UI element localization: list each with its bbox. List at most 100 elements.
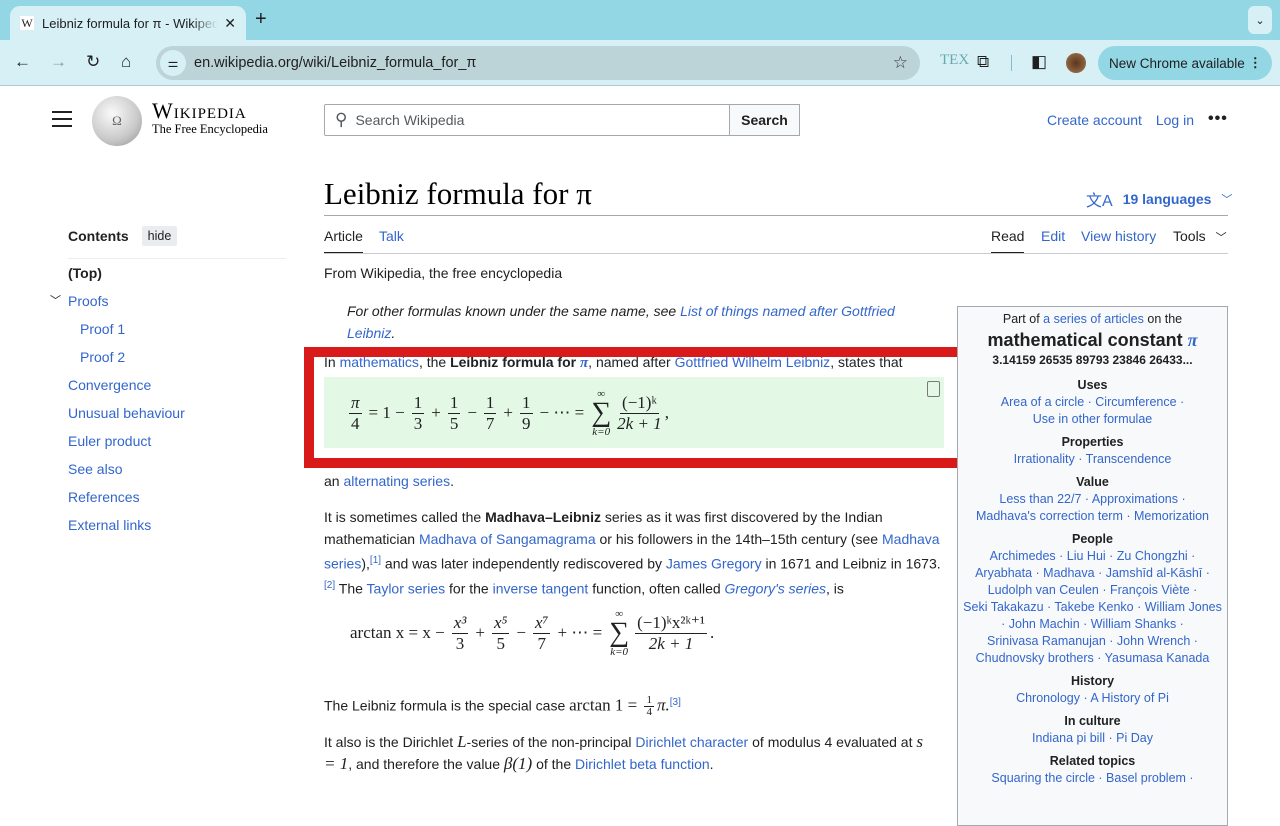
- citation-2[interactable]: [2]: [324, 580, 335, 591]
- chevron-down-icon: ﹀: [1221, 194, 1233, 206]
- infobox-link-line[interactable]: Aryabhata · Madhava · Jamshīd al-Kāshī ·: [958, 565, 1227, 582]
- infobox-link-line[interactable]: Chronology · A History of Pi: [958, 690, 1227, 707]
- tex-extension-icon[interactable]: TEX: [940, 52, 969, 69]
- madhava-paragraph: It is sometimes called the Madhava–Leibn…: [324, 509, 941, 597]
- leibniz-formula: π4 = 1 − 13 + 15 − 17 + 19 − ⋯ = ∞ ∑ k=0 (…: [349, 388, 669, 438]
- tab-read[interactable]: Read: [991, 228, 1025, 254]
- close-tab-icon[interactable]: ✕: [224, 15, 236, 32]
- profile-avatar[interactable]: [1066, 53, 1086, 73]
- infobox-title: mathematical constant π: [987, 330, 1198, 350]
- search-button[interactable]: Search: [729, 104, 800, 136]
- table-of-contents: Contents hide: [68, 226, 286, 259]
- wikipedia-wordmark[interactable]: Wikipedia The Free Encyclopedia: [152, 98, 268, 137]
- new-tab-button[interactable]: +: [255, 8, 267, 31]
- main-menu-icon[interactable]: [52, 111, 72, 132]
- tab-edit[interactable]: Edit: [1041, 228, 1065, 254]
- title-divider: [324, 215, 1228, 216]
- user-links: Create account Log in: [1037, 112, 1194, 128]
- link-mathematics[interactable]: mathematics: [340, 354, 419, 370]
- infobox-section-heading: Value: [1076, 475, 1109, 489]
- toc-item-proof-2[interactable]: Proof 2: [80, 349, 125, 365]
- toolbar-divider: [1011, 55, 1012, 71]
- side-panel-icon[interactable]: ◧: [1031, 52, 1047, 72]
- tab-view-history[interactable]: View history: [1081, 228, 1156, 254]
- bookmark-star-icon[interactable]: ☆: [893, 53, 908, 73]
- link-james-gregory[interactable]: James Gregory: [666, 556, 762, 572]
- chrome-menu-icon[interactable]: ⋮: [1249, 55, 1263, 71]
- copy-formula-icon[interactable]: [927, 381, 940, 397]
- toc-item-top[interactable]: (Top): [68, 265, 102, 281]
- language-selector[interactable]: 文A 19 languages ﹀: [1086, 187, 1232, 211]
- toc-item-see-also[interactable]: See also: [68, 461, 122, 477]
- site-settings-icon[interactable]: ⚌: [160, 50, 186, 76]
- toc-item-proof-1[interactable]: Proof 1: [80, 321, 125, 337]
- hatnote: For other formulas known under the same …: [347, 303, 895, 341]
- tab-talk[interactable]: Talk: [379, 228, 404, 254]
- infobox-section-heading: People: [1072, 532, 1113, 546]
- infobox-link-line[interactable]: Ludolph van Ceulen · François Viète ·: [958, 582, 1227, 599]
- log-in-link[interactable]: Log in: [1156, 112, 1194, 128]
- tools-chevron-icon: ﹀: [1215, 232, 1227, 244]
- infobox-link-line[interactable]: Use in other formulae: [958, 411, 1227, 428]
- home-icon[interactable]: ⌂: [121, 52, 131, 72]
- toc-item-proofs[interactable]: Proofs: [68, 293, 108, 309]
- toc-item-references[interactable]: References: [68, 489, 140, 505]
- infobox-link-line[interactable]: Area of a circle · Circumference ·: [958, 394, 1227, 411]
- wikipedia-favicon-icon: W: [20, 15, 34, 30]
- infobox-link-line[interactable]: Chudnovsky brothers · Yasumasa Kanada: [958, 650, 1227, 667]
- infobox-link-line[interactable]: Squaring the circle · Basel problem ·: [958, 770, 1227, 787]
- search-box[interactable]: ⚲: [324, 104, 730, 136]
- create-account-link[interactable]: Create account: [1047, 112, 1142, 128]
- extensions-puzzle-icon[interactable]: ⧉: [977, 52, 989, 72]
- address-bar[interactable]: ⚌ en.wikipedia.org/wiki/Leibniz_formula_…: [156, 46, 920, 80]
- infobox-link-line[interactable]: Madhava's correction term · Memorization: [958, 508, 1227, 525]
- search-input[interactable]: [355, 112, 729, 128]
- toc-proofs-chevron-icon[interactable]: ﹀: [50, 292, 61, 308]
- tab-tools[interactable]: Tools ﹀: [1173, 228, 1227, 254]
- forward-icon[interactable]: →: [50, 52, 67, 72]
- infobox-section-heading: History: [1070, 674, 1115, 688]
- toc-item-unusual-behaviour[interactable]: Unusual behaviour: [68, 405, 185, 421]
- link-alternating-series[interactable]: alternating series: [343, 473, 450, 489]
- infobox-link-line[interactable]: Less than 22/7 · Approximations ·: [958, 491, 1227, 508]
- link-leibniz[interactable]: Gottfried Wilhelm Leibniz: [675, 354, 831, 370]
- more-options-icon[interactable]: •••: [1208, 110, 1228, 128]
- browser-tab[interactable]: W Leibniz formula for π - Wikipedia ✕: [10, 6, 246, 40]
- infobox-link-line[interactable]: · John Machin · William Shanks ·: [958, 616, 1227, 633]
- translate-icon: 文A: [1086, 193, 1113, 210]
- link-taylor-series[interactable]: Taylor series: [367, 580, 446, 596]
- infobox-link-line[interactable]: Seki Takakazu · Takebe Kenko · William J…: [958, 599, 1227, 616]
- infobox-link-line[interactable]: Irrationality · Transcendence: [958, 451, 1227, 468]
- link-madhava-sangamagrama[interactable]: Madhava of Sangamagrama: [419, 531, 596, 547]
- toc-item-convergence[interactable]: Convergence: [68, 377, 151, 393]
- toc-hide-button[interactable]: hide: [141, 226, 178, 246]
- tab-article[interactable]: Article: [324, 228, 363, 254]
- infobox-intro: Part of a series of articles on the: [1002, 312, 1183, 326]
- toc-title: Contents: [68, 228, 129, 244]
- link-series-of-articles[interactable]: a series of articles: [1043, 312, 1144, 326]
- infobox-link-line[interactable]: Srinivasa Ramanujan · John Wrench ·: [958, 633, 1227, 650]
- new-chrome-available-button[interactable]: New Chrome available ⋮: [1098, 46, 1272, 80]
- tab-search-chevron-icon[interactable]: ⌄: [1248, 6, 1272, 34]
- link-dirichlet-character[interactable]: Dirichlet character: [635, 734, 748, 750]
- wikipedia-globe-logo[interactable]: Ω: [92, 96, 142, 146]
- infobox-link-line[interactable]: Indiana pi bill · Pi Day: [958, 730, 1227, 747]
- browser-toolbar: ← → ↻ ⌂ ⚌ en.wikipedia.org/wiki/Leibniz_…: [0, 40, 1280, 86]
- special-case-paragraph: The Leibniz formula is the special case …: [324, 694, 681, 719]
- dirichlet-paragraph: It also is the Dirichlet L-series of the…: [324, 732, 923, 773]
- citation-3[interactable]: [3]: [670, 697, 681, 708]
- citation-1[interactable]: [1]: [370, 555, 381, 566]
- wordmark-text: Wikipedia: [152, 98, 247, 123]
- infobox-link-line[interactable]: Archimedes · Liu Hui · Zu Chongzhi ·: [958, 548, 1227, 565]
- tab-strip: W Leibniz formula for π - Wikipedia ✕ + …: [0, 0, 1280, 40]
- link-gregorys-series[interactable]: Gregory's series: [725, 580, 826, 596]
- reload-icon[interactable]: ↻: [86, 52, 100, 72]
- back-icon[interactable]: ←: [14, 52, 31, 72]
- link-pi[interactable]: π: [1188, 330, 1198, 350]
- link-inverse-tangent[interactable]: inverse tangent: [493, 580, 589, 596]
- link-dirichlet-beta-function[interactable]: Dirichlet beta function: [575, 756, 710, 772]
- toc-item-euler-product[interactable]: Euler product: [68, 433, 151, 449]
- arctan-series-formula: arctan x = x − x³ 3 + x⁵ 5− x⁷ 7 + ⋯ = ∞ ∑ k=0…: [350, 608, 715, 658]
- url-text[interactable]: en.wikipedia.org/wiki/Leibniz_formula_fo…: [194, 55, 893, 71]
- toc-item-external-links[interactable]: External links: [68, 517, 151, 533]
